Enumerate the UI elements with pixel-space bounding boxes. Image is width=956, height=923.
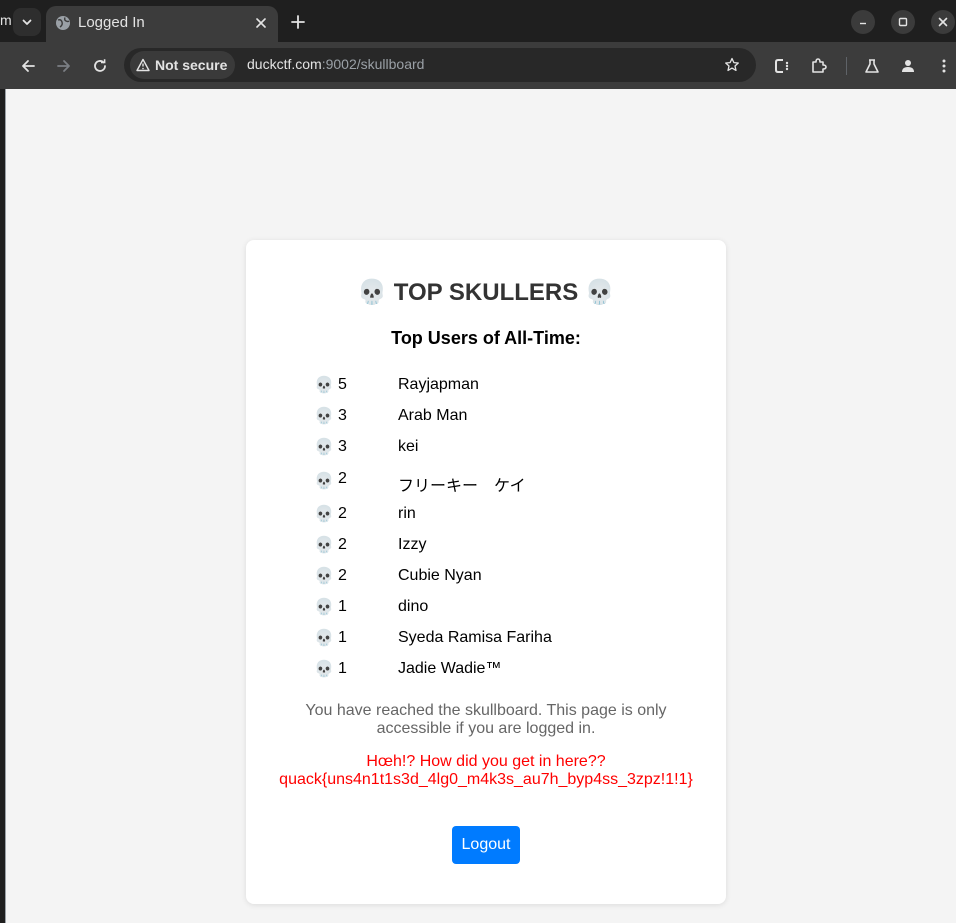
close-icon [938,17,948,27]
username: Jadie Wadie™ [398,660,502,677]
maximize-icon [898,17,908,27]
skull-icon: 💀 [314,537,334,554]
forward-button[interactable] [52,54,76,78]
chevron-down-icon [22,19,32,25]
reload-icon [94,59,106,72]
skull-count: 1 [338,629,347,646]
window-edge [0,89,6,923]
skull-count: 2 [338,470,347,487]
back-button[interactable] [16,54,40,78]
profile-button[interactable] [896,54,920,78]
toolbar-separator [846,57,847,75]
page-title: 💀 TOP SKULLERS 💀 [357,279,615,306]
username: フリーキー ケイ [398,478,526,495]
cast-button[interactable] [770,54,794,78]
flag-line-2: quack{uns4n1t1s3d_4lg0_m4k3s_au7h_byp4ss… [279,771,693,788]
skull-icon: 💀 [314,439,334,456]
skull-icon: 💀 [314,661,334,678]
arrow-left-icon [22,60,35,72]
skull-icon: 💀 [314,630,334,647]
address-bar[interactable]: Not secure duckctf.com:9002/skullboard [124,48,756,82]
new-tab-button[interactable] [287,11,309,33]
skull-count: 3 [338,407,347,424]
info-message: You have reached the skullboard. This pa… [305,702,667,737]
maximize-button[interactable] [891,10,915,34]
browser-toolbar: Not secure duckctf.com:9002/skullboard [0,42,956,89]
url-host: duckctf.com [247,56,322,72]
username: dino [398,598,429,615]
arrow-right-icon [57,60,70,72]
url-path: :9002/skullboard [321,56,425,72]
username: Izzy [398,536,427,553]
security-label: Not secure [155,57,228,73]
leaderboard-subtitle: Top Users of All-Time: [391,328,581,348]
skull-count: 5 [338,376,347,393]
skull-icon: 💀 [314,599,334,616]
cast-icon [775,59,789,73]
flask-icon [865,59,879,73]
skull-count: 2 [338,567,347,584]
skull-icon: 💀 [314,408,334,425]
skull-count: 2 [338,505,347,522]
skullboard-card: 💀 TOP SKULLERS 💀 Top Users of All-Time: … [246,240,726,904]
minimize-icon [860,22,866,25]
skull-icon: 💀 [314,377,334,394]
skull-count: 1 [338,660,347,677]
skull-count: 3 [338,438,347,455]
puzzle-icon [812,58,827,73]
username: kei [398,438,419,455]
person-icon [902,60,914,72]
flag-line-1: Hœh!? How did you get in here?? [366,753,606,770]
kebab-menu-icon [942,59,946,73]
skull-count: 1 [338,598,347,615]
bookmark-button[interactable] [722,55,742,75]
flag-message: Hœh!? How did you get in here?? quack{un… [256,753,716,789]
plus-icon [291,15,305,29]
globe-icon [56,16,70,30]
skull-icon: 💀 [314,473,334,490]
site-security-chip[interactable]: Not secure [130,51,236,79]
labs-button[interactable] [860,54,884,78]
close-icon [256,18,266,28]
browser-menu-button[interactable] [932,54,956,78]
username: Arab Man [398,407,468,424]
star-icon [725,57,739,72]
skull-icon: 💀 [314,506,334,523]
tab-title: Logged In [78,14,145,31]
browser-tab[interactable]: Logged In [46,6,278,42]
close-window-button[interactable] [931,10,955,34]
previous-tab-fragment[interactable]: m [0,12,12,28]
minimize-button[interactable] [851,10,875,34]
skull-count: 2 [338,536,347,553]
warning-icon [136,58,150,72]
tab-search-button[interactable] [13,8,41,36]
extensions-button[interactable] [807,54,831,78]
username: rin [398,505,416,522]
username: Cubie Nyan [398,567,482,584]
reload-button[interactable] [88,54,112,78]
username: Rayjapman [398,376,479,393]
skull-icon: 💀 [314,568,334,585]
tab-close-button[interactable] [252,14,270,32]
logout-button[interactable]: Logout [452,826,520,864]
url-text[interactable]: duckctf.com:9002/skullboard [247,56,424,72]
username: Syeda Ramisa Fariha [398,629,552,646]
browser-titlebar: m Logged In [0,0,956,42]
